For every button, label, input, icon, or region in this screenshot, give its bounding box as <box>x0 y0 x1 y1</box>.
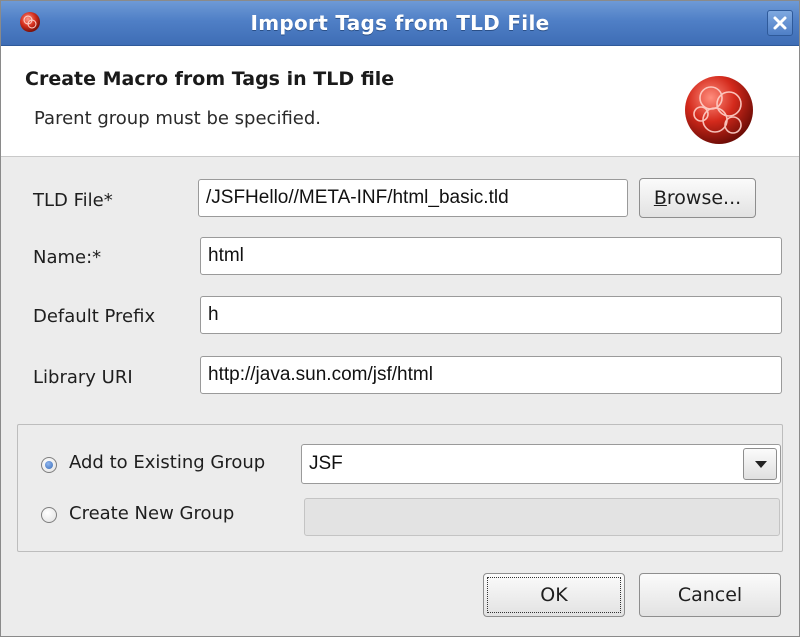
import-tags-dialog: Import Tags from TLD File Create Macro f… <box>0 0 800 637</box>
close-button[interactable] <box>767 10 793 36</box>
tld-file-input[interactable]: /JSFHello//META-INF/html_basic.tld <box>198 179 628 217</box>
default-prefix-label: Default Prefix <box>33 306 156 327</box>
chevron-down-icon <box>755 461 767 468</box>
browse-button[interactable]: Browse... <box>639 178 756 218</box>
library-uri-label: Library URI <box>33 367 133 388</box>
browse-label-rest: rowse... <box>666 187 742 209</box>
existing-group-select[interactable]: JSF <box>301 444 781 484</box>
window-title: Import Tags from TLD File <box>250 11 550 35</box>
add-existing-group-label[interactable]: Add to Existing Group <box>69 452 265 473</box>
header-title: Create Macro from Tags in TLD file <box>25 68 395 90</box>
name-input[interactable]: html <box>200 237 782 275</box>
cancel-button[interactable]: Cancel <box>639 573 781 617</box>
existing-group-dropdown-button[interactable] <box>743 448 777 480</box>
ok-button[interactable]: OK <box>483 573 625 617</box>
default-prefix-input[interactable]: h <box>200 296 782 334</box>
library-uri-input[interactable]: http://java.sun.com/jsf/html <box>200 356 782 394</box>
tld-file-label: TLD File* <box>33 190 113 211</box>
title-bar[interactable]: Import Tags from TLD File <box>1 1 799 46</box>
create-new-group-radio[interactable] <box>41 507 57 523</box>
wizard-banner-icon <box>685 76 753 144</box>
close-icon <box>773 16 787 30</box>
existing-group-value: JSF <box>309 453 343 474</box>
new-group-input <box>304 498 780 536</box>
add-existing-group-radio[interactable] <box>41 457 57 473</box>
dialog-header: Create Macro from Tags in TLD file Paren… <box>1 46 799 157</box>
create-new-group-label[interactable]: Create New Group <box>69 503 234 524</box>
name-label: Name:* <box>33 247 102 268</box>
header-message: Parent group must be specified. <box>34 108 321 129</box>
browse-mnemonic: B <box>653 187 667 209</box>
